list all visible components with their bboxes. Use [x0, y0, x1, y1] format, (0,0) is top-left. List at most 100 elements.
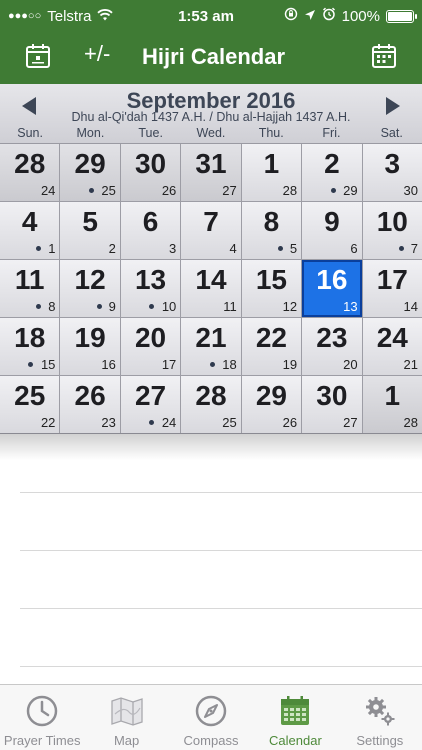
event-indicator-dot	[149, 420, 155, 425]
calendar-day-cell[interactable]: 26 23	[60, 376, 120, 433]
weekday-label: Sun.	[17, 126, 43, 140]
gregorian-day: 28	[14, 148, 46, 179]
calendar-day-cell[interactable]: 12 9	[60, 260, 120, 317]
hijri-day: 12	[282, 299, 298, 314]
calendar-day-cell[interactable]: 22 19	[241, 318, 302, 375]
hijri-day: 5	[289, 241, 298, 256]
calendar-day-cell[interactable]: 3 30	[362, 144, 422, 201]
gregorian-day: 1	[263, 148, 280, 179]
gregorian-day: 24	[376, 322, 408, 353]
gregorian-day: 10	[376, 206, 408, 237]
hijri-day: 8	[48, 299, 56, 314]
calendar-day-cell[interactable]: 2 29	[302, 144, 362, 201]
today-button[interactable]	[366, 40, 402, 76]
tab-map[interactable]: Map	[84, 685, 168, 750]
hijri-day: 29	[343, 183, 358, 198]
tab-label: Settings	[356, 733, 404, 748]
calendar-day-cell[interactable]: 25 22	[0, 376, 60, 433]
gregorian-day: 31	[195, 148, 227, 179]
hijri-day: 15	[40, 357, 56, 372]
event-indicator-dot	[36, 246, 42, 251]
calendar-day-cell[interactable]: 23 20	[302, 318, 362, 375]
calendar-day-cell[interactable]: 13 10	[120, 260, 181, 317]
calendar-day-cell[interactable]: 27 24	[120, 376, 181, 433]
tab-label: Prayer Times	[3, 733, 81, 748]
calendar-day-cell[interactable]: 74	[181, 202, 241, 259]
calendar-day-cell[interactable]: 18 15	[0, 318, 60, 375]
hijri-day: 26	[161, 183, 177, 198]
gregorian-day: 28	[195, 380, 227, 411]
calendar-day-cell[interactable]: 14 11	[181, 260, 241, 317]
calendar-picker-button[interactable]	[20, 40, 56, 76]
gregorian-day: 5	[82, 206, 98, 237]
weekday-label: Wed.	[196, 126, 226, 140]
calendar-header: September 2016 Dhu al-Qi'dah 1437 A.H. /…	[0, 84, 422, 144]
calendar-day-cell[interactable]: 31 27	[181, 144, 241, 201]
calendar-day-cell[interactable]: 20 17	[120, 318, 181, 375]
orientation-lock-icon	[284, 7, 298, 25]
tab-prayer-times[interactable]: Prayer Times	[0, 685, 84, 750]
hijri-day: 20	[343, 357, 358, 372]
gregorian-day: 26	[74, 380, 106, 411]
calendar-today-icon	[370, 42, 398, 75]
calendar-day-cell[interactable]: 41	[0, 202, 60, 259]
calendar-day-cell[interactable]: 96	[302, 202, 362, 259]
status-time: 1:53 am	[178, 7, 234, 25]
hijri-day: 14	[403, 299, 418, 314]
signal-strength-icon: ●●●○○	[8, 10, 42, 22]
calendar-day-cell[interactable]: 21 18	[181, 318, 241, 375]
gregorian-day: 4	[21, 206, 38, 237]
calendar-day-cell[interactable]: 52	[60, 202, 120, 259]
battery-percent: 100%	[341, 7, 380, 25]
calendar-day-cell[interactable]: 1 28	[362, 376, 422, 433]
clock-icon	[24, 693, 60, 729]
hijri-day: 1	[48, 241, 56, 256]
calendar-day-cell[interactable]: 28 25	[181, 376, 241, 433]
hijri-day: 28	[282, 183, 298, 198]
hijri-day: 24	[40, 183, 56, 198]
calendar-day-cell[interactable]: 17 14	[362, 260, 422, 317]
date-adjust-button[interactable]: +/-	[84, 41, 110, 67]
event-indicator-dot	[278, 246, 284, 251]
compass-icon	[193, 693, 229, 729]
hijri-day: 30	[403, 183, 418, 198]
gregorian-day: 3	[384, 148, 401, 179]
tab-settings[interactable]: Settings	[338, 685, 422, 750]
event-indicator-dot	[28, 362, 34, 367]
hijri-day: 6	[350, 241, 358, 256]
hijri-day: 17	[161, 357, 177, 372]
gregorian-day: 12	[74, 264, 106, 295]
weekday-label: Fri.	[322, 126, 341, 140]
gregorian-day: 15	[255, 264, 287, 295]
calendar-day-cell[interactable]: 30 27	[302, 376, 362, 433]
gregorian-day: 17	[376, 264, 408, 295]
list-separator	[20, 608, 422, 609]
calendar-day-cell[interactable]: 85	[241, 202, 302, 259]
calendar-day-cell[interactable]: 10 7	[362, 202, 422, 259]
calendar-day-cell[interactable]: 29 25	[60, 144, 120, 201]
calendar-day-cell[interactable]: 63	[120, 202, 181, 259]
calendar-day-cell[interactable]: 19 16	[60, 318, 120, 375]
calendar-day-cell[interactable]: 30 26	[120, 144, 181, 201]
gregorian-day: 18	[14, 322, 46, 353]
calendar-day-cell[interactable]: 24 21	[362, 318, 422, 375]
hijri-day: 25	[101, 183, 116, 198]
next-month-button[interactable]	[382, 96, 402, 116]
calendar-day-cell[interactable]: 11 8	[0, 260, 60, 317]
gregorian-day: 14	[195, 264, 227, 295]
location-icon	[304, 8, 316, 25]
gregorian-day: 11	[14, 264, 45, 295]
hijri-day: 27	[222, 183, 237, 198]
tab-calendar[interactable]: Calendar	[253, 685, 337, 750]
calendar-day-cell[interactable]: 29 26	[241, 376, 302, 433]
gregorian-day: 7	[203, 206, 219, 237]
calendar-day-cell[interactable]: 28 24	[0, 144, 60, 201]
hijri-day: 24	[161, 415, 177, 430]
tab-bar: Prayer Times Map Compass Calendar Settin…	[0, 684, 422, 750]
calendar-day-cell[interactable]: 1 28	[241, 144, 302, 201]
calendar-day-cell[interactable]: 15 12	[241, 260, 302, 317]
hijri-day: 19	[282, 357, 298, 372]
tab-compass[interactable]: Compass	[169, 685, 253, 750]
calendar-day-cell-selected[interactable]: 16 13	[302, 260, 362, 317]
gregorian-day: 29	[255, 380, 287, 411]
